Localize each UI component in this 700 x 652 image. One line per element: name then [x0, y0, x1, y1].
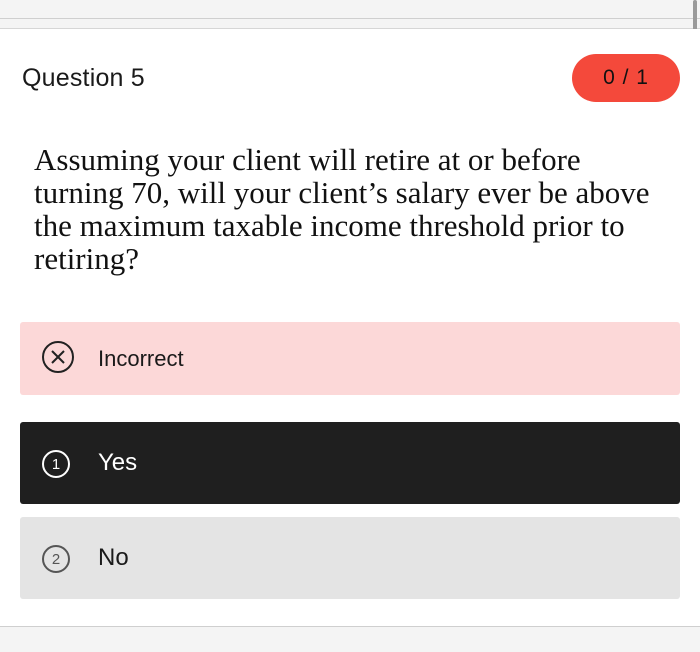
question-text: Assuming your client will retire at or b… — [34, 142, 650, 276]
footer-strip — [0, 627, 700, 652]
score-badge: 0 / 1 — [572, 54, 680, 102]
question-title: Question 5 — [22, 64, 145, 92]
header-divider — [0, 18, 700, 19]
feedback-label: Incorrect — [98, 346, 184, 371]
feedback-banner: Incorrect — [20, 322, 680, 395]
option-label: No — [98, 544, 129, 571]
top-header-strip — [0, 0, 700, 29]
answer-option-yes[interactable]: 1 Yes — [20, 422, 680, 504]
option-number-badge: 2 — [42, 545, 70, 573]
answer-option-no[interactable]: 2 No — [20, 517, 680, 599]
option-number-badge: 1 — [42, 450, 70, 478]
x-circle-icon — [42, 341, 74, 373]
option-label: Yes — [98, 449, 138, 476]
